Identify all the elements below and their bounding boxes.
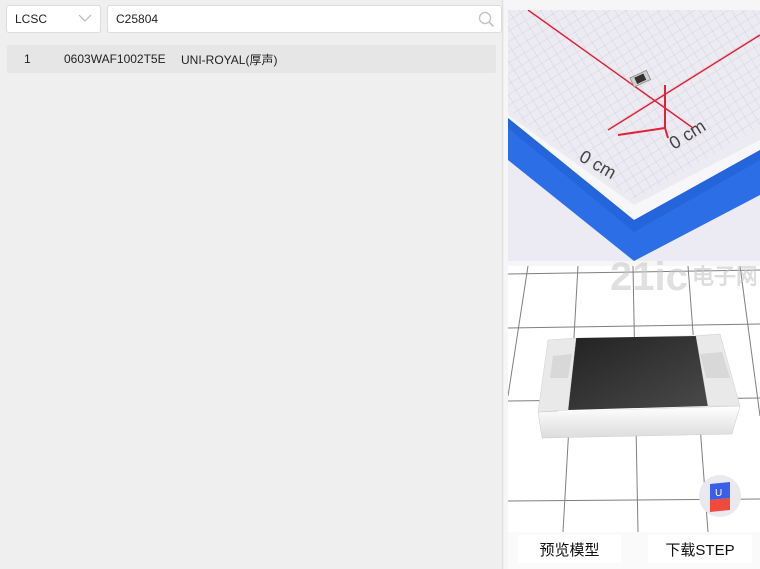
3d-model-viewer[interactable]: U bbox=[508, 266, 760, 532]
part-photo: 0 cm 0 cm bbox=[508, 10, 760, 261]
search-input-value: C25804 bbox=[116, 12, 159, 26]
source-select[interactable]: LCSC bbox=[6, 5, 101, 33]
table-row[interactable]: 1 0603WAF1002T5E UNI-ROYAL(厚声) bbox=[7, 45, 496, 73]
svg-text:U: U bbox=[715, 488, 722, 499]
preview-actions: 预览模型 下载STEP bbox=[508, 532, 760, 569]
part-search-panel: LCSC C25804 1 0603WAF1002T5E UNI-ROYAL(厚… bbox=[0, 0, 503, 569]
row-part-number: 0603WAF1002T5E bbox=[64, 52, 166, 66]
search-input[interactable]: C25804 bbox=[107, 5, 502, 33]
row-manufacturer: UNI-ROYAL(厚声) bbox=[181, 52, 278, 67]
search-icon[interactable] bbox=[478, 11, 495, 28]
row-index: 1 bbox=[24, 52, 31, 66]
download-step-button[interactable]: 下载STEP bbox=[648, 535, 752, 563]
view-cube-icon[interactable]: U bbox=[698, 474, 742, 518]
source-select-value: LCSC bbox=[15, 12, 48, 26]
preview-model-button[interactable]: 预览模型 bbox=[518, 535, 621, 563]
preview-panel: 0 cm 0 cm U 预览模型 下载STEP 21ic 电子网 bbox=[504, 0, 760, 569]
chevron-down-icon bbox=[78, 14, 92, 22]
